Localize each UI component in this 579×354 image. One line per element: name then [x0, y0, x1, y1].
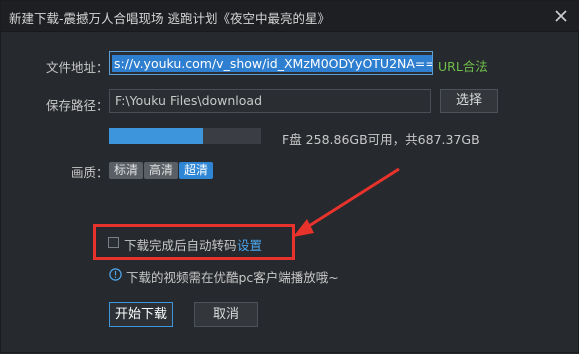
url-status: URL合法	[438, 59, 488, 74]
info-text: 下载的视频需在优酷pc客户端播放哦~	[126, 270, 339, 285]
start-download-button[interactable]: 开始下载	[109, 302, 173, 327]
download-dialog: 新建下载-震撼万人合唱现场 逃跑计划《夜空中最亮的星》 文件地址： s://v.…	[0, 0, 579, 353]
close-icon[interactable]	[552, 7, 570, 25]
auto-convert-checkbox[interactable]	[108, 237, 119, 248]
cancel-button[interactable]: 取消	[194, 302, 258, 327]
auto-convert-label: 下载完成后自动转码	[124, 238, 237, 253]
quality-uhd-option[interactable]: 超清	[179, 162, 213, 179]
disk-space-text: F盘 258.86GB可用，共687.37GB	[282, 132, 480, 147]
settings-link[interactable]: 设置	[237, 235, 262, 254]
url-value: s://v.youku.com/v_show/id_XMzM0ODYyOTU2N…	[112, 55, 432, 72]
quality-sd-option[interactable]: 标清	[109, 162, 143, 179]
info-icon	[109, 268, 122, 281]
url-label: 文件地址：	[46, 60, 109, 75]
url-input[interactable]: s://v.youku.com/v_show/id_XMzM0ODYyOTU2N…	[109, 51, 433, 75]
save-path-input[interactable]: F:\Youku Files\download	[109, 89, 431, 113]
quality-hd-option[interactable]: 高清	[144, 162, 178, 179]
path-label: 保存路径：	[46, 98, 109, 113]
choose-path-button[interactable]: 选择	[440, 89, 498, 113]
window-title: 新建下载-震撼万人合唱现场 逃跑计划《夜空中最亮的星》	[9, 11, 330, 26]
quality-label: 画质：	[71, 165, 109, 180]
disk-usage-bar	[109, 128, 261, 144]
titlebar: 新建下载-震撼万人合唱现场 逃跑计划《夜空中最亮的星》	[1, 1, 579, 32]
disk-usage-fill	[109, 128, 204, 144]
